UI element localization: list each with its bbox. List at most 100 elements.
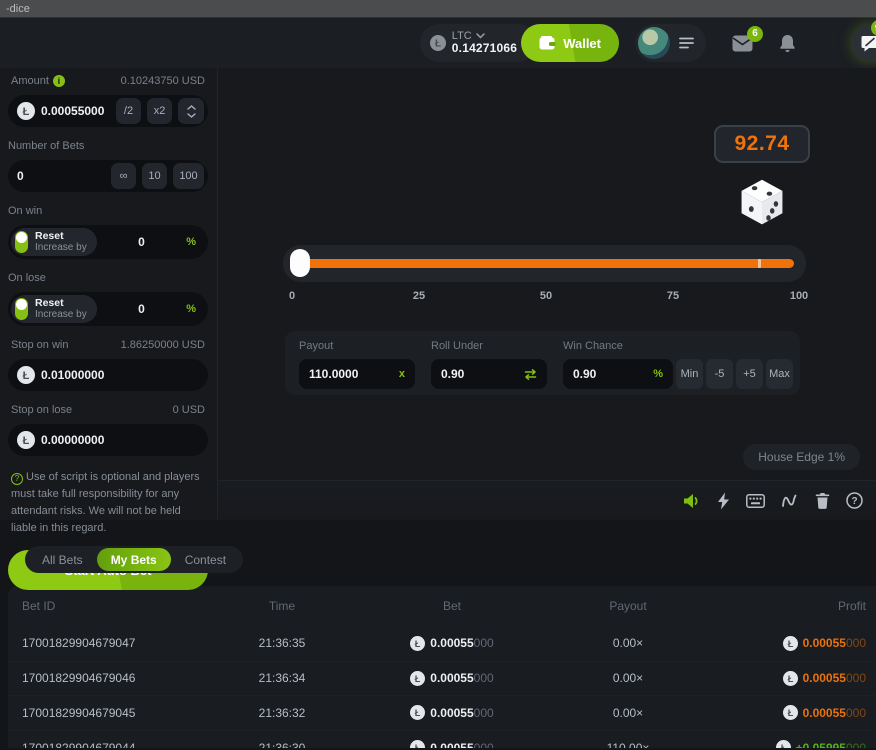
- col-payout: Payout: [538, 599, 718, 613]
- profit-cell: Ł 0.00055000: [718, 671, 866, 686]
- bet-id-cell: 17001829904679044: [22, 741, 198, 748]
- payout-cell: 110.00×: [538, 741, 718, 748]
- table-row[interactable]: 17001829904679047 21:36:35 Ł 0.00055000 …: [8, 626, 876, 661]
- max-chance-button[interactable]: Max: [766, 359, 793, 389]
- table-row[interactable]: 17001829904679044 21:36:30 Ł 0.00055000 …: [8, 730, 876, 748]
- avatar[interactable]: [638, 27, 670, 59]
- tab-contest[interactable]: Contest: [171, 548, 240, 571]
- increase-by-option: Increase by: [35, 242, 87, 254]
- coin-icon: Ł: [410, 636, 425, 651]
- reset-option: Reset: [35, 230, 87, 242]
- col-time: Time: [198, 599, 366, 613]
- col-bet-id: Bet ID: [22, 599, 198, 613]
- stop-on-lose-input[interactable]: [41, 433, 204, 447]
- payout-field: x: [299, 359, 415, 389]
- dice-icon: [736, 176, 788, 235]
- tick-50: 50: [540, 290, 552, 302]
- amount-input[interactable]: [41, 104, 110, 118]
- window-titlebar: -dice: [0, 0, 876, 18]
- tab-all-bets[interactable]: All Bets: [28, 548, 97, 571]
- amount-stepper[interactable]: [178, 98, 204, 124]
- currency-selector[interactable]: Ł LTC 0.14271066: [420, 24, 537, 62]
- stats-wave-icon: [781, 493, 799, 509]
- double-amount-button[interactable]: x2: [147, 98, 172, 124]
- question-icon: ?: [11, 473, 23, 485]
- number-of-bets-input[interactable]: [17, 169, 105, 183]
- table-row[interactable]: 17001829904679046 21:36:34 Ł 0.00055000 …: [8, 661, 876, 696]
- stop-on-win-field: Ł: [8, 359, 208, 391]
- bet-cell: Ł 0.00055000: [366, 705, 538, 720]
- number-of-bets-label: Number of Bets: [8, 140, 208, 152]
- bets-table: Bet ID Time Bet Payout Profit 1700182990…: [8, 586, 876, 748]
- payout-label: Payout: [299, 340, 415, 352]
- bets-history-section: All Bets My Bets Contest Bet ID Time Bet…: [0, 520, 876, 750]
- minus-5-button[interactable]: -5: [706, 359, 733, 389]
- tick-25: 25: [413, 290, 425, 302]
- tab-my-bets[interactable]: My Bets: [97, 548, 171, 571]
- bets-table-rows: 17001829904679047 21:36:35 Ł 0.00055000 …: [8, 626, 876, 748]
- hotkeys-button[interactable]: [746, 494, 765, 508]
- plus-5-button[interactable]: +5: [736, 359, 763, 389]
- table-row[interactable]: 17001829904679045 21:36:32 Ł 0.00055000 …: [8, 695, 876, 730]
- coin-icon: Ł: [410, 671, 425, 686]
- chevron-up-icon: [187, 105, 196, 110]
- swap-icon[interactable]: [524, 369, 537, 380]
- app-screen: -dice Ł LTC 0.14271066 Wallet 6: [0, 0, 876, 750]
- bet-cell: Ł 0.00055000: [366, 740, 538, 748]
- stop-on-win-input[interactable]: [41, 368, 204, 382]
- reset-stats-button[interactable]: [815, 492, 830, 509]
- on-lose-reset-increase-toggle[interactable]: Reset Increase by: [11, 295, 97, 323]
- notifications-button[interactable]: [779, 34, 796, 53]
- roll-under-input[interactable]: [441, 367, 520, 381]
- bet-id-cell: 17001829904679047: [22, 636, 198, 650]
- time-cell: 21:36:34: [198, 671, 366, 685]
- stop-on-lose-header: Stop on lose 0 USD: [8, 404, 208, 416]
- lightning-icon: [717, 492, 730, 510]
- bet-cell: Ł 0.00055000: [366, 671, 538, 686]
- keyboard-icon: [746, 494, 765, 508]
- svg-text:Ł: Ł: [23, 106, 30, 118]
- amount-label-wrap: Amount i: [11, 75, 65, 87]
- preset-100-button[interactable]: 100: [173, 163, 204, 189]
- win-chance-group: Win Chance % Min -5 +5 Max: [563, 340, 793, 395]
- amount-usd-value: 0.10243750 USD: [121, 75, 205, 87]
- coin-icon: Ł: [783, 705, 798, 720]
- slider-track[interactable]: [295, 259, 794, 268]
- on-win-reset-increase-toggle[interactable]: Reset Increase by: [11, 228, 97, 256]
- help-button[interactable]: ?: [846, 492, 863, 509]
- messages-button[interactable]: 6: [732, 35, 753, 52]
- roll-slider[interactable]: [283, 245, 806, 282]
- payout-group: Payout x: [299, 340, 415, 395]
- payout-settings-panel: Payout x Roll Under Win Chance: [285, 331, 800, 395]
- increase-by-option: Increase by: [35, 309, 87, 321]
- win-chance-field: %: [563, 359, 673, 389]
- half-amount-button[interactable]: /2: [116, 98, 141, 124]
- coin-icon: Ł: [776, 740, 791, 748]
- chevron-down-icon: [476, 33, 485, 39]
- reset-option: Reset: [35, 297, 87, 309]
- sound-button[interactable]: [683, 493, 701, 509]
- stop-on-lose-label: Stop on lose: [11, 404, 72, 416]
- coin-icon: Ł: [783, 636, 798, 651]
- payout-input[interactable]: [309, 367, 395, 381]
- on-win-value-input[interactable]: [97, 235, 187, 249]
- preset-10-button[interactable]: 10: [142, 163, 167, 189]
- turbo-button[interactable]: [717, 492, 730, 510]
- min-chance-button[interactable]: Min: [676, 359, 703, 389]
- mail-badge: 6: [747, 26, 763, 42]
- infinite-bets-button[interactable]: ∞: [111, 163, 136, 189]
- slider-handle[interactable]: [290, 249, 310, 277]
- info-icon[interactable]: i: [53, 75, 65, 87]
- wallet-button[interactable]: Wallet: [521, 24, 619, 62]
- on-lose-value-input[interactable]: [97, 302, 187, 316]
- profile-menu[interactable]: [635, 24, 706, 62]
- house-edge-badge: House Edge 1%: [743, 444, 860, 470]
- svg-text:Ł: Ł: [787, 708, 793, 718]
- coin-icon: Ł: [17, 366, 35, 384]
- live-stats-button[interactable]: [781, 493, 799, 509]
- chevron-down-icon: [187, 113, 196, 118]
- payout-cell: 0.00×: [538, 636, 718, 650]
- win-chance-input[interactable]: [573, 367, 649, 381]
- wallet-balance: 0.14271066: [452, 42, 517, 55]
- chat-button[interactable]: 99: [852, 25, 876, 61]
